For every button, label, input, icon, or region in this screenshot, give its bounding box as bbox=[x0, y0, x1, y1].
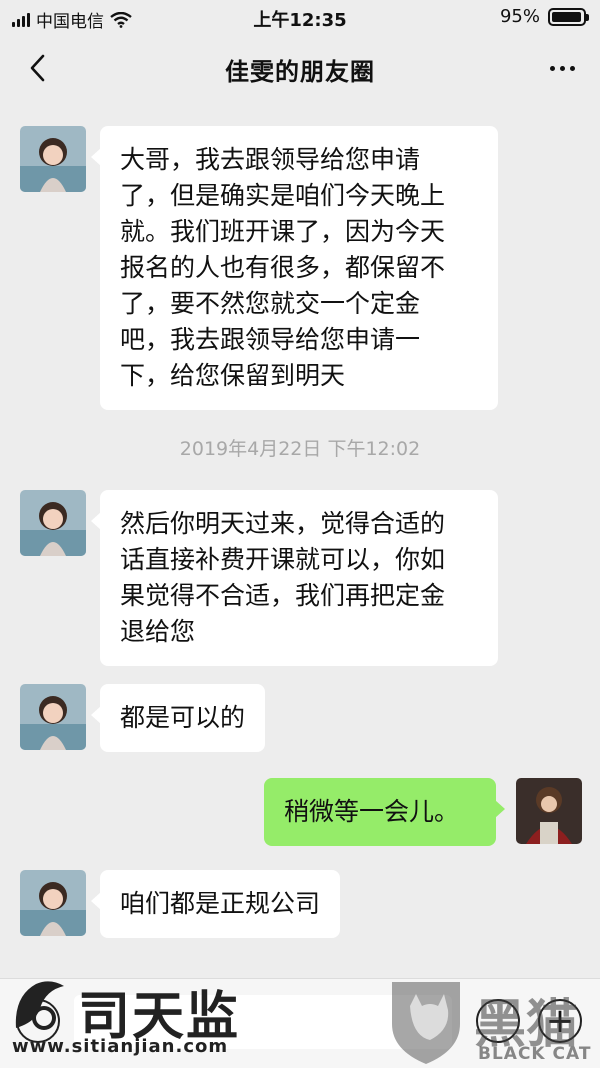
nav-bar: 佳雯的朋友圈 bbox=[0, 34, 600, 100]
watermark-url: www.sitianjian.com bbox=[12, 1036, 229, 1057]
message-line: 退给您 bbox=[120, 617, 196, 646]
sitianjian-logo-icon bbox=[15, 981, 64, 1030]
sent-message-bubble[interactable]: 稍微等一会儿。 bbox=[264, 778, 505, 846]
battery-info: 95% bbox=[499, 6, 589, 27]
message-line: 大哥，我去跟领导给您申请 bbox=[120, 145, 421, 174]
message-line: 吧，我去跟领导给您申请一 bbox=[120, 325, 421, 354]
message-line: 报名的人也有很多，都保留不 bbox=[120, 253, 446, 282]
message-line: 咱们都是正规公司 bbox=[120, 889, 321, 918]
message-bubble[interactable]: 然后你明天过来，觉得合适的 话直接补费开课就可以，你如 果觉得不合适，我们再把定… bbox=[91, 490, 498, 666]
contact-avatar[interactable] bbox=[20, 126, 86, 192]
battery-icon bbox=[548, 7, 589, 26]
message-bubble[interactable]: 都是可以的 bbox=[90, 684, 266, 752]
message-line: 了，要不然您就交一个定金 bbox=[120, 289, 421, 318]
watermark-subtitle: BLACK CAT bbox=[478, 1044, 592, 1064]
message-line: 了，但是确实是咱们今天晚上 bbox=[120, 181, 446, 210]
message-line: 话直接补费开课就可以，你如 bbox=[120, 545, 446, 574]
message-line: 就。我们班开课了，因为今天 bbox=[120, 217, 446, 246]
message-bubble[interactable]: 咱们都是正规公司 bbox=[90, 870, 341, 938]
message-line: 都是可以的 bbox=[120, 703, 246, 732]
more-dots-icon bbox=[549, 65, 555, 71]
contact-avatar[interactable] bbox=[20, 490, 86, 556]
battery-percent: 95% bbox=[499, 6, 540, 27]
blackcat-watermark: 黑猫 BLACK CAT bbox=[386, 976, 598, 1066]
chat-title: 佳雯的朋友圈 bbox=[225, 58, 375, 86]
contact-avatar[interactable] bbox=[20, 870, 86, 936]
message-line: 下，给您保留到明天 bbox=[120, 361, 346, 390]
battery-fill bbox=[552, 11, 581, 22]
chat-history[interactable]: 大哥，我去跟领导给您申请 了，但是确实是咱们今天晚上 就。我们班开课了，因为今天… bbox=[0, 100, 600, 980]
message-line: 然后你明天过来，觉得合适的 bbox=[120, 509, 446, 538]
blackcat-shield-icon bbox=[392, 982, 460, 1064]
message-bubble[interactable]: 大哥，我去跟领导给您申请 了，但是确实是咱们今天晚上 就。我们班开课了，因为今天… bbox=[91, 126, 498, 410]
contact-avatar[interactable] bbox=[20, 684, 86, 750]
status-bar: 中国电信 上午12:35 95% bbox=[0, 0, 600, 34]
message-line: 果觉得不合适，我们再把定金 bbox=[120, 581, 446, 610]
more-button[interactable] bbox=[542, 50, 582, 86]
self-avatar[interactable] bbox=[516, 778, 582, 844]
sitianjian-watermark: 司天监 www.sitianjian.com bbox=[10, 974, 260, 1064]
message-timestamp: 2019年4月22日 下午12:02 bbox=[179, 438, 421, 460]
message-line: 稍微等一会儿。 bbox=[284, 797, 460, 826]
